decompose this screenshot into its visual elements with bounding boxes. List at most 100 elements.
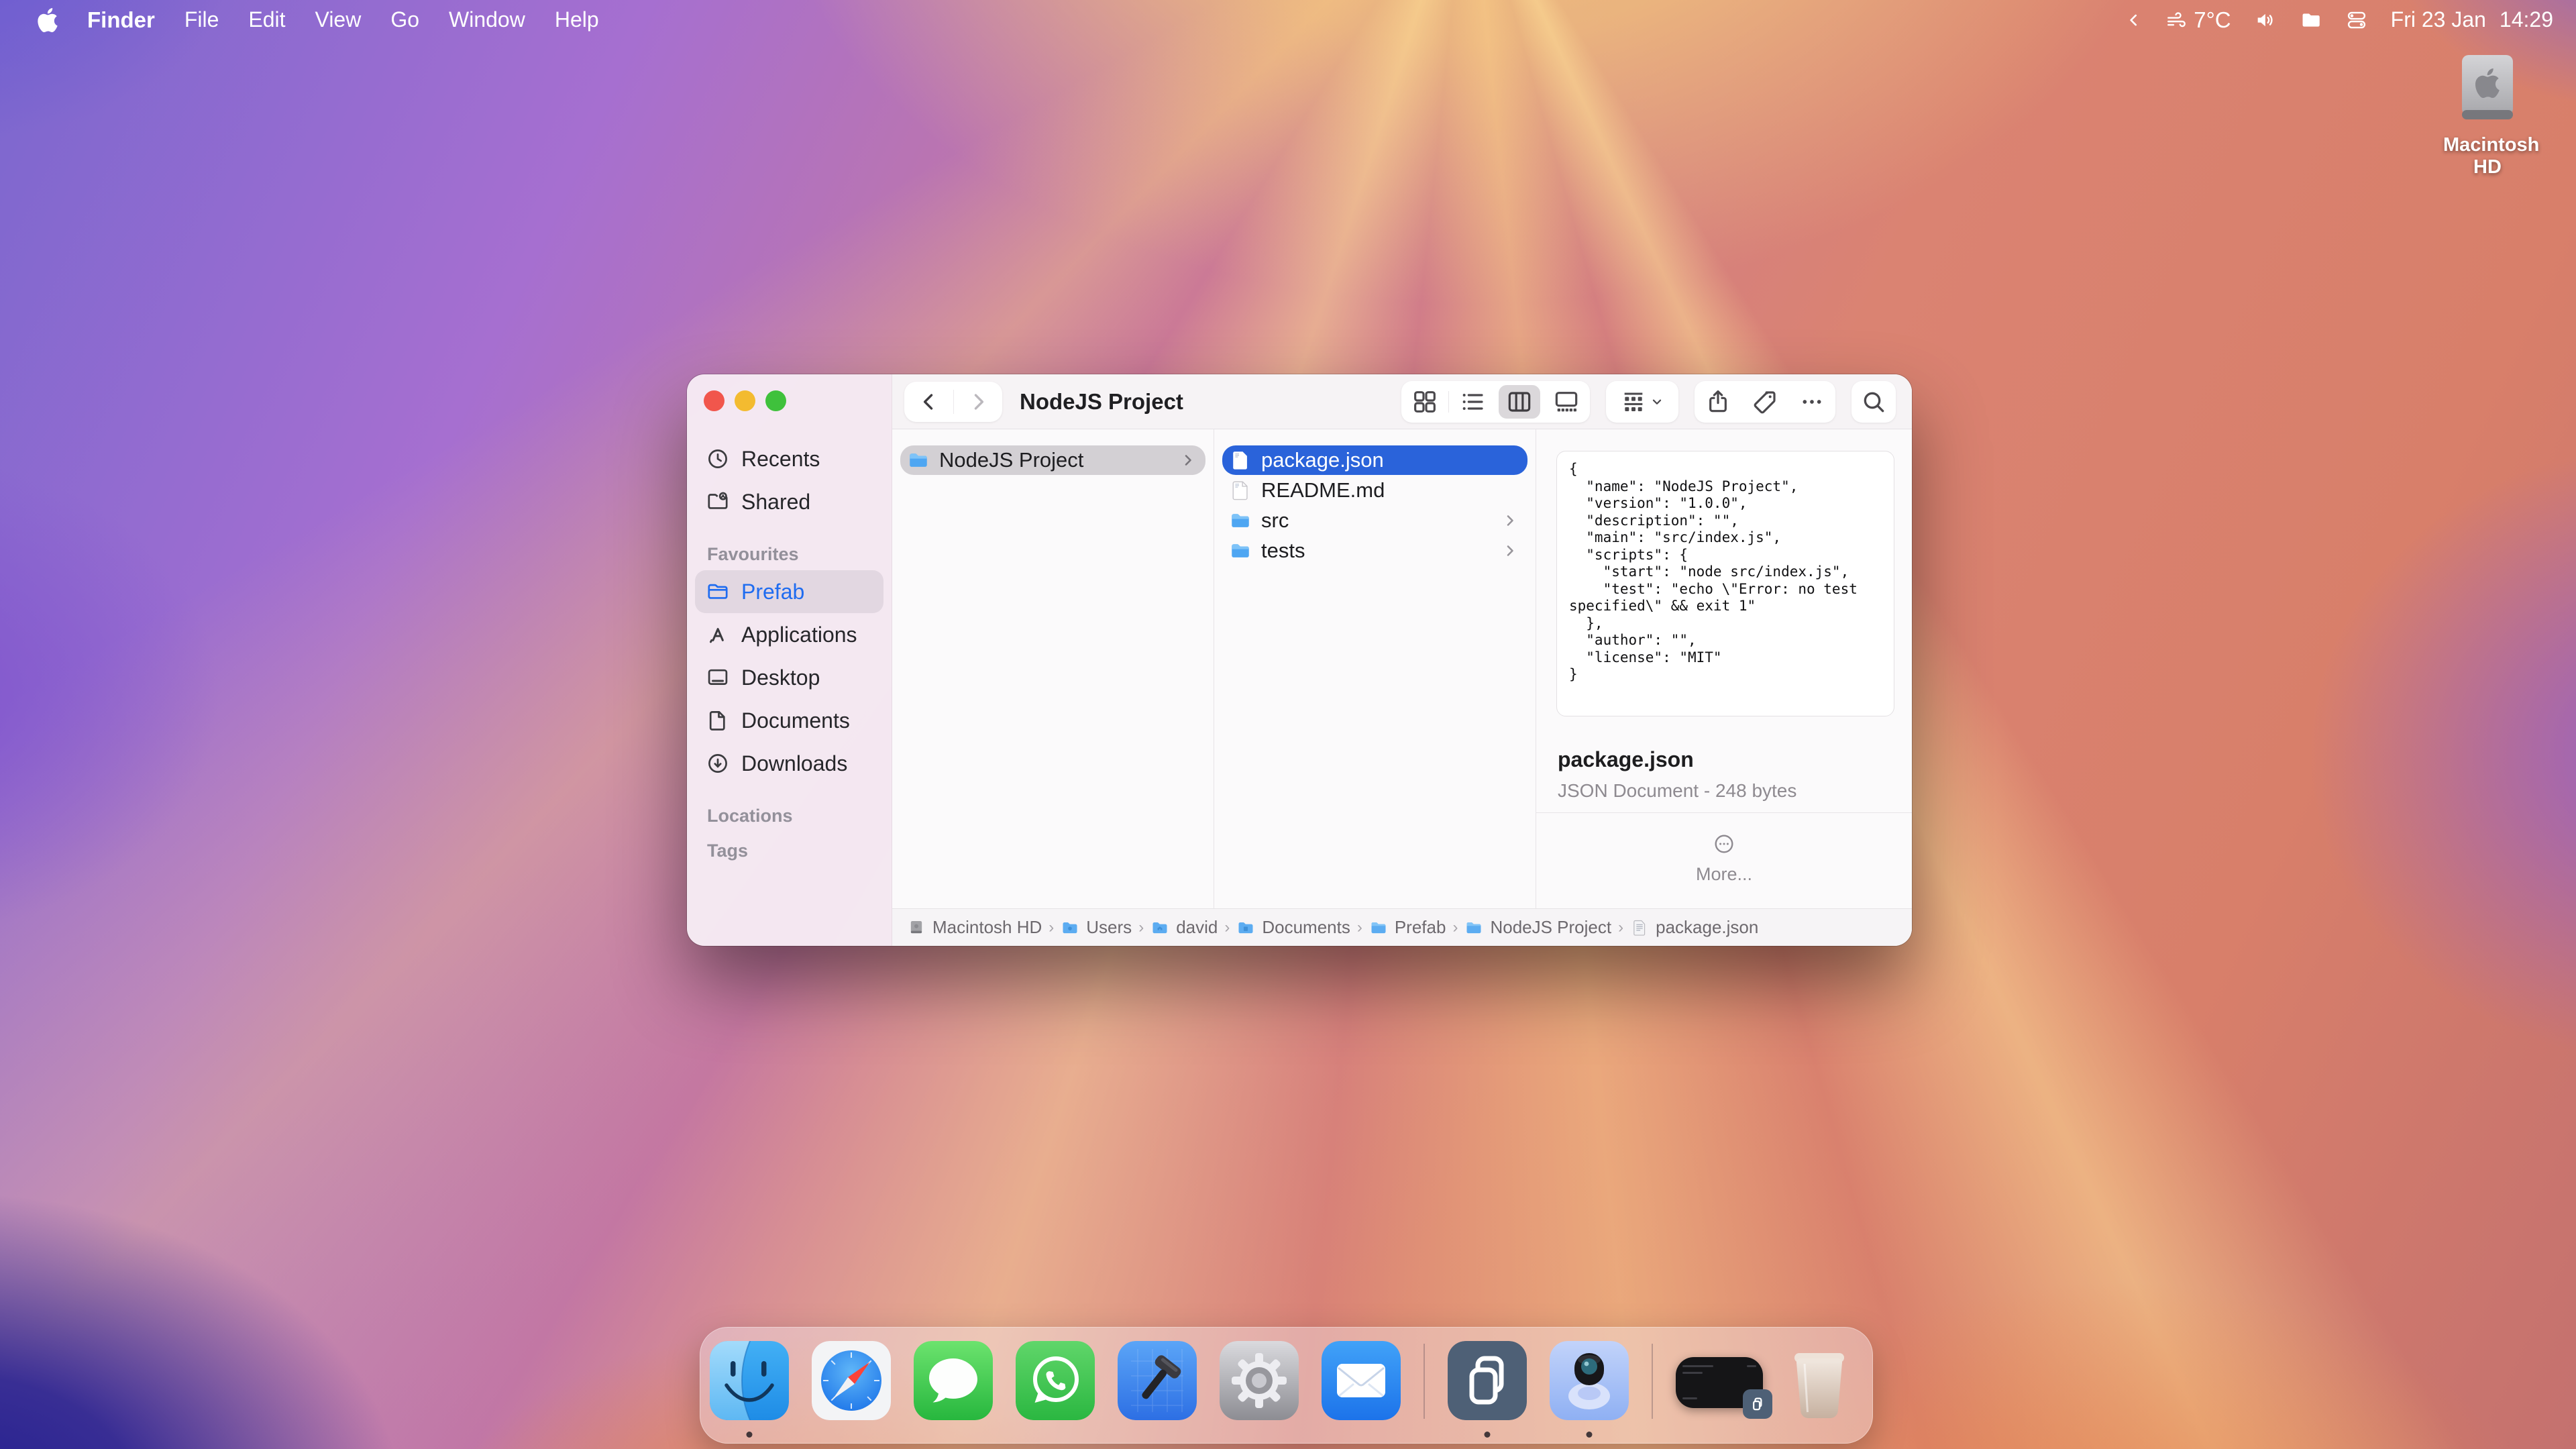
file-name: package.json <box>1261 448 1384 472</box>
apple-logo-icon <box>38 8 58 32</box>
close-button[interactable] <box>704 390 724 411</box>
toolbar-actions <box>1695 381 1835 423</box>
hard-drive-icon <box>2443 52 2532 127</box>
weather-status[interactable]: 7°C <box>2165 7 2231 33</box>
path-segment-documents[interactable]: Documents <box>1236 917 1350 938</box>
view-gallery-button[interactable] <box>1543 381 1590 423</box>
sidebar-item-label: Desktop <box>741 665 820 690</box>
dock-prefab-app-icon[interactable] <box>1448 1341 1527 1440</box>
desktop-volume-macintosh-hd[interactable]: Macintosh HD <box>2443 52 2532 178</box>
folder-icon <box>1229 509 1252 532</box>
file-row-nodejs-project[interactable]: NodeJS Project <box>900 445 1205 475</box>
file-name: README.md <box>1261 478 1385 502</box>
menu-item-file[interactable]: File <box>170 7 234 32</box>
path-label: Macintosh HD <box>932 917 1042 938</box>
path-segment-package-json[interactable]: package.json <box>1630 917 1758 938</box>
column-view: NodeJS Project package.json <box>892 429 1912 908</box>
path-chevron: › <box>1452 918 1458 937</box>
volume-icon[interactable] <box>2254 9 2277 32</box>
sidebar-item-shared[interactable]: Shared <box>695 480 883 523</box>
menu-bar-clock[interactable]: Fri 23 Jan 14:29 <box>2391 7 2553 32</box>
apple-menu[interactable] <box>23 8 72 32</box>
sidebar: Recents Shared Favourites Prefab <box>687 374 892 946</box>
dock-mail-icon[interactable] <box>1322 1341 1401 1440</box>
path-segment-david[interactable]: david <box>1150 917 1218 938</box>
dock-messages-icon[interactable] <box>914 1341 993 1440</box>
folder-status-icon[interactable] <box>2300 9 2322 32</box>
file-icon <box>1630 918 1649 937</box>
sidebar-section-locations[interactable]: Locations <box>687 797 892 832</box>
sidebar-item-label: Recents <box>741 447 820 472</box>
file-content-preview: { "name": "NodeJS Project", "version": "… <box>1556 451 1894 716</box>
minimize-button[interactable] <box>735 390 755 411</box>
finder-window: Recents Shared Favourites Prefab <box>687 374 1912 946</box>
menu-item-edit[interactable]: Edit <box>233 7 300 32</box>
menu-item-help[interactable]: Help <box>540 7 614 32</box>
path-label: Users <box>1086 917 1132 938</box>
control-center-icon[interactable] <box>2345 9 2368 32</box>
sidebar-item-desktop[interactable]: Desktop <box>695 656 883 699</box>
menu-bar: Finder File Edit View Go Window Help 7°C… <box>0 0 2576 40</box>
running-indicator <box>747 1432 753 1438</box>
sidebar-item-documents[interactable]: Documents <box>695 699 883 742</box>
home-folder-icon <box>1150 918 1169 937</box>
view-list-button[interactable] <box>1449 381 1496 423</box>
file-row-tests[interactable]: tests <box>1222 536 1527 566</box>
file-name: tests <box>1261 539 1305 563</box>
dock-trash-icon[interactable] <box>1786 1341 1853 1440</box>
menu-item-finder[interactable]: Finder <box>72 7 170 33</box>
path-segment-macintosh-hd[interactable]: Macintosh HD <box>907 917 1042 938</box>
path-segment-prefab[interactable]: Prefab <box>1369 917 1446 938</box>
shared-folder-icon <box>706 490 730 514</box>
dock-whatsapp-icon[interactable] <box>1016 1341 1095 1440</box>
forward-button[interactable] <box>967 390 989 413</box>
search-icon <box>1860 388 1887 415</box>
more-info-button[interactable]: More... <box>1536 832 1912 885</box>
file-row-src[interactable]: src <box>1222 506 1527 535</box>
file-row-package-json[interactable]: package.json <box>1222 445 1527 475</box>
menu-item-go[interactable]: Go <box>376 7 434 32</box>
dock-finder-icon[interactable] <box>710 1341 789 1440</box>
view-columns-button[interactable] <box>1496 381 1543 423</box>
sidebar-item-applications[interactable]: Applications <box>695 613 883 656</box>
menu-item-view[interactable]: View <box>301 7 376 32</box>
chevron-left-icon[interactable] <box>2125 11 2143 29</box>
more-options-button[interactable] <box>1788 381 1835 423</box>
dock-minimized-window-thumbnail[interactable] <box>1676 1341 1763 1440</box>
temperature-label: 7°C <box>2194 7 2231 33</box>
sidebar-item-label: Prefab <box>741 580 804 604</box>
sidebar-section-tags[interactable]: Tags <box>687 832 892 867</box>
path-label: Documents <box>1262 917 1350 938</box>
dock-xcode-icon[interactable] <box>1118 1341 1197 1440</box>
dock-safari-icon[interactable] <box>812 1341 891 1440</box>
hd-icon <box>907 918 926 937</box>
sidebar-item-prefab[interactable]: Prefab <box>695 570 883 613</box>
circle-ellipsis-icon <box>1712 832 1736 856</box>
path-chevron: › <box>1138 918 1144 937</box>
group-by-icon <box>1620 388 1647 415</box>
path-chevron: › <box>1357 918 1362 937</box>
path-segment-nodejs-project[interactable]: NodeJS Project <box>1464 917 1611 938</box>
sidebar-item-downloads[interactable]: Downloads <box>695 742 883 785</box>
tag-icon-button[interactable] <box>1741 381 1788 423</box>
zoom-button[interactable] <box>765 390 786 411</box>
folder-icon <box>1464 918 1483 937</box>
file-row-readme-md[interactable]: README.md <box>1222 476 1527 505</box>
share-button[interactable] <box>1695 381 1741 423</box>
preview-pane: { "name": "NodeJS Project", "version": "… <box>1536 429 1912 908</box>
wind-icon <box>2165 9 2188 32</box>
group-by-button[interactable] <box>1606 381 1678 423</box>
back-button[interactable] <box>918 390 941 413</box>
file-icon <box>1229 449 1252 472</box>
chevron-down-icon <box>1650 394 1664 409</box>
dock-lens-app-icon[interactable] <box>1550 1341 1629 1440</box>
view-grid-button[interactable] <box>1401 381 1448 423</box>
sidebar-item-recents[interactable]: Recents <box>695 437 883 480</box>
search-button[interactable] <box>1851 381 1896 423</box>
menu-item-window[interactable]: Window <box>434 7 540 32</box>
window-title: NodeJS Project <box>1020 389 1183 415</box>
path-segment-users[interactable]: Users <box>1061 917 1132 938</box>
path-chevron: › <box>1049 918 1054 937</box>
dock-system-settings-icon[interactable] <box>1220 1341 1299 1440</box>
chevron-right-icon <box>1502 543 1518 559</box>
